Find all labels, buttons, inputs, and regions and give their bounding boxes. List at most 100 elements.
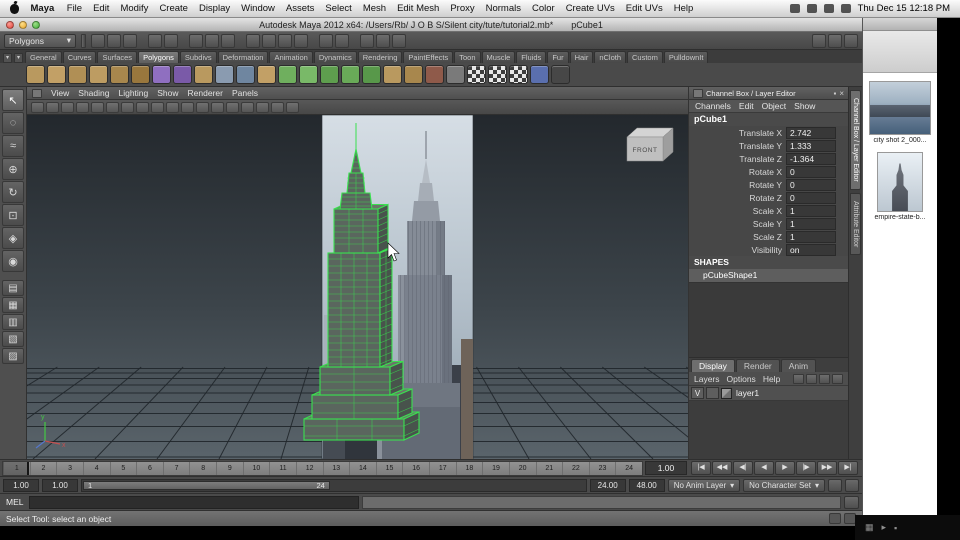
range-track[interactable]: 1 24 [81,478,587,492]
shelf-tab[interactable]: Subdivs [179,51,217,63]
shelf-menu-arrow-bottom[interactable]: ▾ [14,53,23,63]
frame-tick[interactable]: 5 [109,461,137,475]
normal-map-icon[interactable] [530,65,549,84]
channel-label[interactable]: Translate Z [689,154,786,164]
frame-tick[interactable]: 3 [56,461,83,475]
frame-tick[interactable]: 18 [455,461,483,475]
panel-menu-icon[interactable] [32,88,42,98]
viewport-menu-item[interactable]: Lighting [118,88,148,98]
hypershade-layout-button[interactable]: ▨ [2,348,24,364]
apple-menu-icon[interactable] [10,3,19,14]
wireframe-mode-icon[interactable] [151,101,164,113]
universal-manipulator-tool[interactable]: ◈ [2,227,24,249]
resolution-gate-icon[interactable] [76,101,89,113]
shelf-tab[interactable]: Fur [547,51,569,63]
shelf-tab[interactable]: Animation [269,51,313,63]
channel-label[interactable]: Translate Y [689,141,786,151]
viewport-menu-item[interactable]: View [51,88,69,98]
shelf-tab[interactable]: General [25,51,62,63]
channel-value-field[interactable]: -1.364 [786,152,836,165]
stop-icon[interactable]: ▪ [894,523,897,533]
poly-cube-icon[interactable] [47,65,66,84]
finder-titlebar[interactable] [863,18,937,31]
construction-history-icon[interactable] [319,33,333,48]
poly-helix-icon[interactable] [215,65,234,84]
script-editor-icon[interactable] [844,495,859,509]
current-frame-marker[interactable] [3,461,29,475]
anim-layer-selector[interactable]: No Anim Layer ▾ [667,478,741,492]
poly-pyramid-icon[interactable] [173,65,192,84]
sidebar-tab[interactable]: Channel Box / Layer Editor [850,90,861,190]
poly-plane-icon[interactable] [110,65,129,84]
use-all-lights-icon[interactable] [196,101,209,113]
move-layer-up-icon[interactable] [819,373,830,384]
frame-tick[interactable]: 14 [349,461,376,475]
multisample-icon[interactable] [256,101,269,113]
macos-menu-item[interactable]: Assets [280,3,320,14]
rotate-tool[interactable]: ↻ [2,181,24,203]
animation-end-field[interactable]: 48.00 [628,478,665,492]
textured-mode-icon[interactable] [181,101,194,113]
minimize-window-button[interactable] [19,20,27,29]
panel-grip-icon[interactable] [693,88,703,98]
status-group-divider[interactable] [81,33,86,48]
command-input[interactable] [29,495,360,509]
channel-box-object-name[interactable]: pCube1 [689,113,848,126]
frame-tick[interactable]: 20 [508,461,536,475]
step-back-frame-button[interactable]: ◀◀ [712,461,732,475]
zoom-window-button[interactable] [32,20,40,29]
select-tool[interactable]: ↖ [2,89,24,111]
subdivide-icon[interactable] [299,65,318,84]
frame-tick[interactable]: 21 [535,461,563,475]
playback-start-field[interactable]: 1.00 [42,478,78,492]
select-hierarchy-icon[interactable] [189,33,203,48]
list-inputs-icon[interactable] [335,33,349,48]
extrude-icon[interactable] [320,65,339,84]
frame-tick[interactable]: 7 [162,461,190,475]
shelf-tab[interactable]: Hair [569,51,594,63]
channel-value-field[interactable]: 0 [786,191,836,204]
go-to-start-button[interactable]: |◀ [691,461,711,475]
animation-preferences-icon[interactable] [845,478,859,492]
step-forward-key-button[interactable]: |▶ [796,461,816,475]
channel-value-field[interactable]: 1 [786,230,836,243]
window-titlebar[interactable]: Autodesk Maya 2012 x64: /Users/Rb/ J O B… [0,18,862,32]
channel-value-field[interactable]: 0 [786,165,836,178]
channel-label[interactable]: Rotate X [689,167,786,177]
macos-menu-item[interactable]: Create UVs [560,3,620,14]
snap-curve-icon[interactable] [262,33,276,48]
step-back-key-button[interactable]: ◀| [733,461,753,475]
frame-tick[interactable]: 2 [29,461,57,475]
viewport-menu-item[interactable]: Show [157,88,178,98]
character-set-selector[interactable]: No Character Set ▾ [743,478,825,492]
move-layer-down-icon[interactable] [832,373,843,384]
panel-dock-icon[interactable]: ▪ [833,89,836,98]
layer-type-toggle[interactable] [706,387,719,399]
app-menu-maya[interactable]: Maya [25,3,61,14]
viewport-menu-item[interactable]: Panels [232,88,258,98]
file-thumbnail[interactable] [869,81,931,135]
channel-value-field[interactable]: 2.742 [786,126,836,139]
poly-cone-icon[interactable] [89,65,108,84]
frame-tick[interactable]: 15 [375,461,403,475]
battery-icon[interactable] [840,4,851,13]
sort-icon[interactable] [828,33,842,48]
step-forward-frame-button[interactable]: ▶▶ [817,461,837,475]
command-line-mode-label[interactable]: MEL [3,497,26,507]
shelf-tab[interactable]: Muscle [481,51,516,63]
macos-menu-item[interactable]: Edit UVs [620,3,668,14]
file-thumbnail[interactable] [877,152,923,212]
snap-grid-icon[interactable] [246,33,260,48]
move-tool[interactable]: ⊕ [2,158,24,180]
macos-menu-item[interactable]: Edit [88,3,115,14]
channel-box-menu-item[interactable]: Edit [739,101,754,111]
lasso-select-tool[interactable]: ◌ [2,112,24,134]
macos-menu-item[interactable]: Normals [480,3,526,14]
bevel-icon[interactable] [341,65,360,84]
shelf-tab[interactable]: Fluids [516,51,547,63]
viewport-menu-item[interactable]: Renderer [188,88,223,98]
menubar-clock[interactable]: Thu Dec 15 12:18 PM [858,3,952,14]
menu-set-selector[interactable]: Polygons ▾ [4,33,76,48]
close-icon[interactable]: × [839,89,844,98]
channel-label[interactable]: Rotate Z [689,193,786,203]
